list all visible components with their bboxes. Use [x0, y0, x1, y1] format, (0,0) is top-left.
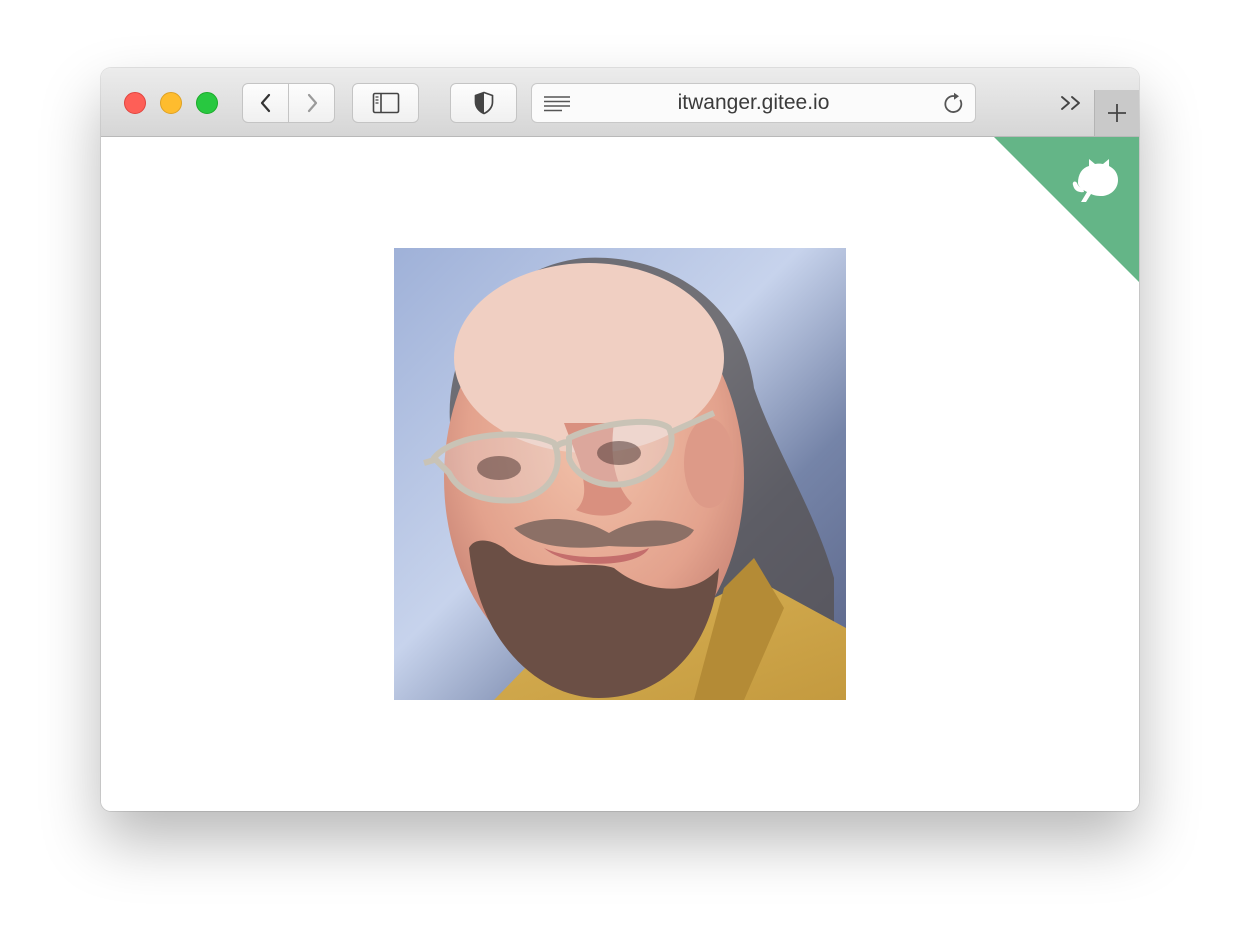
desktop-background: itwanger.gitee.io: [0, 0, 1240, 945]
browser-toolbar: itwanger.gitee.io: [101, 68, 1139, 137]
back-button[interactable]: [242, 83, 289, 123]
page-content: [101, 137, 1139, 811]
address-bar[interactable]: itwanger.gitee.io: [531, 83, 976, 123]
minimize-window-button[interactable]: [160, 92, 182, 114]
toolbar-overflow-button[interactable]: [1059, 92, 1085, 114]
url-text[interactable]: itwanger.gitee.io: [532, 84, 975, 122]
sidebar-toggle-button[interactable]: [352, 83, 419, 123]
plus-icon: [1108, 104, 1126, 122]
reload-icon[interactable]: [942, 92, 966, 116]
forward-button[interactable]: [289, 83, 335, 123]
github-corner-ribbon[interactable]: [994, 137, 1139, 282]
double-chevron-icon: [1061, 96, 1080, 110]
browser-window: itwanger.gitee.io: [101, 68, 1139, 811]
sidebar-icon: [372, 92, 399, 114]
chevron-left-icon: [260, 93, 270, 113]
close-window-button[interactable]: [124, 92, 146, 114]
chevron-right-icon: [307, 93, 317, 113]
portrait-photo: [394, 248, 846, 700]
new-tab-button[interactable]: [1094, 90, 1139, 136]
privacy-report-button[interactable]: [450, 83, 517, 123]
zoom-window-button[interactable]: [196, 92, 218, 114]
shield-icon: [474, 91, 493, 115]
